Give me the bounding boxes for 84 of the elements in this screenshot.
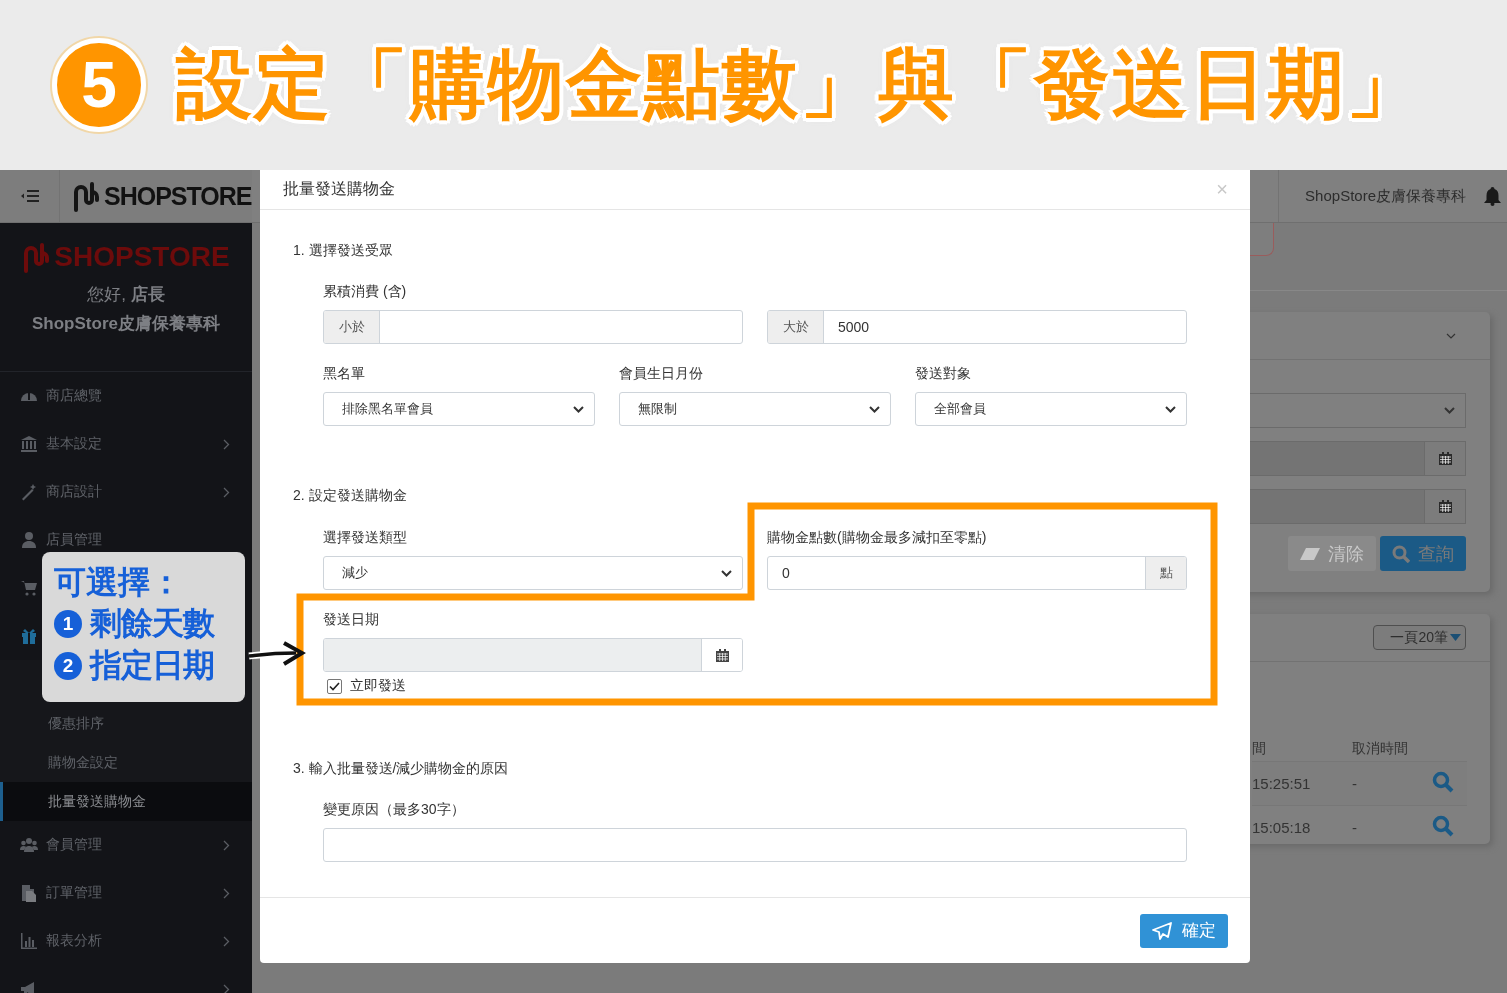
logo-icon bbox=[72, 180, 102, 212]
calendar-icon bbox=[1438, 500, 1452, 513]
search-button[interactable]: 查詢 bbox=[1380, 536, 1466, 571]
field-label: 發送日期 bbox=[323, 610, 380, 629]
input-field[interactable]: 大於 5000 bbox=[767, 310, 1187, 344]
menu-item[interactable]: 訂單管理 bbox=[46, 884, 215, 902]
chevron-icon bbox=[223, 486, 230, 498]
caret-icon bbox=[573, 405, 584, 413]
page-size-dropdown[interactable]: 一頁20筆 bbox=[1373, 625, 1466, 650]
select-field[interactable]: 全部會員 bbox=[915, 392, 1187, 426]
checkbox-label: 立即發送 bbox=[350, 677, 406, 695]
user-icon bbox=[20, 531, 38, 549]
caret-icon bbox=[721, 569, 732, 577]
input-field[interactable] bbox=[323, 828, 1187, 862]
section-heading: 3. 輸入批量發送/減少購物金的原因 bbox=[293, 759, 510, 778]
eraser-icon bbox=[1300, 547, 1320, 560]
checkbox[interactable] bbox=[327, 678, 342, 694]
field-label: 發送對象 bbox=[915, 364, 972, 383]
menu-item[interactable]: 商店總覽 bbox=[46, 387, 230, 405]
caret-icon bbox=[1444, 407, 1455, 414]
number-badge: 1 bbox=[54, 610, 82, 638]
chevron-icon bbox=[223, 935, 230, 947]
greeting: 您好, 店長 bbox=[87, 284, 165, 306]
field-label: 累積消費 (含) bbox=[323, 282, 408, 301]
section-heading: 1. 選擇發送受眾 bbox=[293, 241, 394, 260]
field-label: 變更原因（最多30字） bbox=[323, 800, 466, 819]
menu-item[interactable]: 會員管理 bbox=[46, 836, 215, 854]
store-name: ShopStore皮膚保養專科 bbox=[32, 313, 220, 335]
table-cell-text: 15:05:18 bbox=[1252, 819, 1312, 836]
chevron-icon bbox=[223, 983, 230, 993]
collapse-icon[interactable] bbox=[1446, 332, 1456, 339]
bank-icon bbox=[20, 435, 38, 453]
chevron-icon bbox=[223, 839, 230, 851]
input-field[interactable]: 小於 bbox=[323, 310, 743, 344]
gift-icon bbox=[20, 627, 38, 645]
submenu-item[interactable]: 購物金設定 bbox=[0, 743, 252, 782]
caret-icon bbox=[1165, 405, 1176, 413]
caret-icon bbox=[869, 405, 880, 413]
field-label: 選擇發送類型 bbox=[323, 528, 408, 547]
table-cell-text: - bbox=[1351, 819, 1358, 836]
option-text: 指定日期 bbox=[90, 646, 214, 685]
step-number: 5 bbox=[52, 38, 146, 132]
menu-item[interactable]: 報表分析 bbox=[46, 932, 215, 950]
document-icon bbox=[20, 884, 38, 902]
callout-title: 可選擇： bbox=[54, 563, 183, 602]
chevron-icon bbox=[223, 887, 230, 899]
column-header: 取消時間 bbox=[1351, 740, 1409, 758]
store-name: ShopStore皮膚保養專科 bbox=[1278, 170, 1466, 222]
table-cell-text: - bbox=[1351, 775, 1358, 792]
logo-text: SHOPSTORE bbox=[54, 241, 230, 273]
wand-icon bbox=[20, 483, 38, 501]
option-text: 剩餘天數 bbox=[90, 604, 214, 643]
send-icon bbox=[1152, 921, 1172, 940]
submenu-item[interactable]: 批量發送購物金 bbox=[0, 782, 252, 821]
logo-text: SHOPSTORE bbox=[104, 181, 252, 211]
chart-icon bbox=[20, 932, 38, 950]
field-label: 購物金點數(購物金最多減扣至零點) bbox=[767, 528, 988, 547]
dialog-title: 批量發送購物金 bbox=[283, 179, 395, 199]
section-heading: 2. 設定發送購物金 bbox=[293, 486, 408, 505]
menu-item[interactable]: 店員管理 bbox=[46, 531, 230, 549]
input-field[interactable]: 0 點 bbox=[767, 556, 1187, 590]
banner-title: 設定「購物金點數」與「發送日期」 bbox=[176, 39, 1424, 128]
caret-icon bbox=[1450, 634, 1461, 641]
select-field[interactable]: 減少 bbox=[323, 556, 743, 590]
table-cell-text: 15:25:51 bbox=[1252, 775, 1312, 792]
menu-icon bbox=[20, 190, 39, 202]
column-header: 間 bbox=[1252, 740, 1267, 758]
bell-icon[interactable] bbox=[1484, 186, 1501, 206]
select-field[interactable]: 排除黑名單會員 bbox=[323, 392, 595, 426]
number-badge: 2 bbox=[54, 652, 82, 680]
menu-item[interactable]: 基本設定 bbox=[46, 435, 215, 453]
cart-icon bbox=[20, 579, 38, 597]
field-label: 會員生日月份 bbox=[619, 364, 704, 383]
submenu-item[interactable]: 優惠排序 bbox=[0, 704, 252, 743]
field-label: 黑名單 bbox=[323, 364, 366, 383]
select-field[interactable]: 無限制 bbox=[619, 392, 891, 426]
calendar-icon bbox=[1438, 452, 1452, 465]
confirm-button[interactable]: 確定 bbox=[1140, 913, 1228, 948]
menu-item[interactable]: 商店設計 bbox=[46, 483, 215, 501]
chevron-icon bbox=[223, 438, 230, 450]
close-button[interactable]: × bbox=[1216, 178, 1228, 201]
search-icon bbox=[1392, 544, 1410, 563]
users-icon bbox=[20, 836, 38, 854]
calendar-icon bbox=[715, 648, 729, 662]
